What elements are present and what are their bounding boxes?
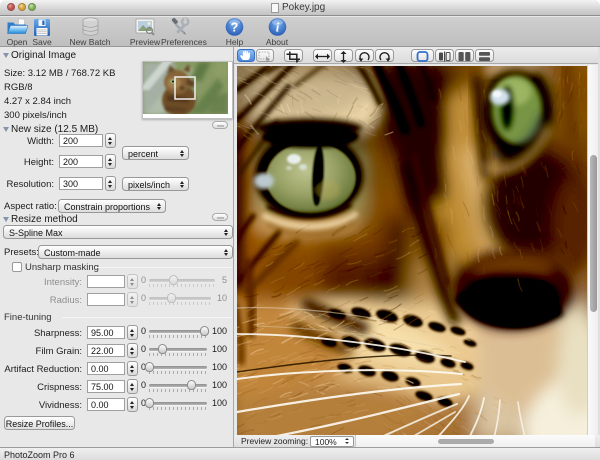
svg-text:?: ? [231, 21, 239, 35]
svg-text:i: i [275, 20, 279, 35]
